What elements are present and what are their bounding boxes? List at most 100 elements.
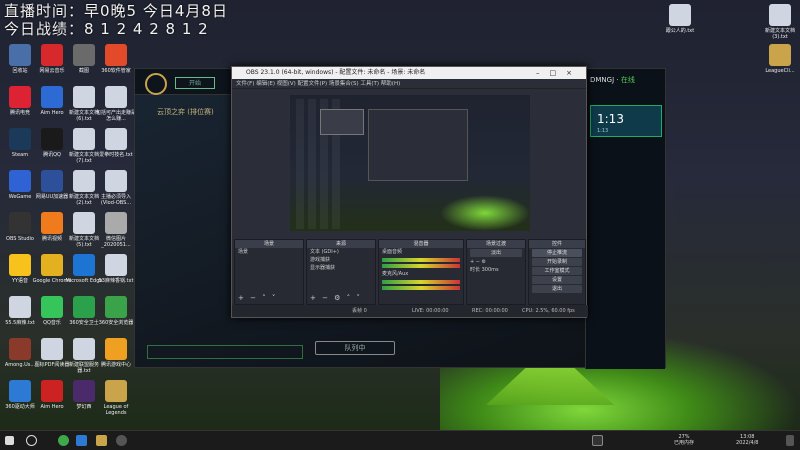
preview-nested-obs-small <box>320 109 364 135</box>
league-logo-icon[interactable] <box>145 73 167 95</box>
desktop-icon[interactable]: 主播必须导入(Vlod-OBS... <box>96 170 136 206</box>
desktop-icon[interactable]: 360软件管家 <box>96 44 136 74</box>
play-button[interactable]: 开始 <box>175 77 215 89</box>
maximize-icon[interactable]: □ <box>550 69 567 77</box>
queue-timer-box: 1:13 1:13 <box>590 105 662 137</box>
desktop-icon[interactable]: 包括可产出走赚是怎么赚... <box>96 86 136 122</box>
desktop-icon[interactable]: 360安全浏览器 <box>96 296 136 326</box>
mic-audio-slider[interactable] <box>382 286 460 290</box>
desktop-icon[interactable]: 爱拳时技名.txt <box>96 128 136 158</box>
close-icon[interactable]: × <box>566 69 582 77</box>
username[interactable]: DMNGJ · 在线 <box>590 75 664 85</box>
app-icon <box>41 380 63 402</box>
status-drop: 丢帧 0 <box>352 308 367 314</box>
desktop-icon[interactable]: LeagueCli... <box>760 44 800 74</box>
transition-duration[interactable]: 时长 300ms <box>467 266 525 274</box>
app-icon <box>73 296 95 318</box>
scenes-panel: 场景 场景 + − ˄ ˅ <box>234 239 304 305</box>
app-icon <box>669 4 691 26</box>
source-item[interactable]: 文本 (GDI+) <box>307 248 375 256</box>
scenes-toolbar[interactable]: + − ˄ ˅ <box>238 294 277 302</box>
notification-icon[interactable] <box>786 435 794 446</box>
app-icon <box>9 86 31 108</box>
desktop-icon-label: 360软件管家 <box>101 68 131 74</box>
sources-panel: 来源 文本 (GDI+) 游戏捕获 显示器捕获 + − ⚙ ˄ ˅ <box>306 239 376 305</box>
app-icon <box>73 380 95 402</box>
clock[interactable]: 13:08 2022/4/8 <box>736 434 758 446</box>
scene-item[interactable]: 场景 <box>235 248 303 256</box>
league-taskbar-icon[interactable] <box>96 435 107 446</box>
app-icon <box>105 380 127 402</box>
app-icon <box>9 254 31 276</box>
status-cpu: CPU: 2.5%, 60.00 fps <box>522 308 575 314</box>
app-icon <box>9 296 31 318</box>
app-icon <box>73 170 95 192</box>
obs-menu-bar[interactable]: 文件(F) 编辑(E) 视图(V) 配置文件(P) 场景集合(S) 工具(T) … <box>232 79 586 89</box>
app-icon <box>41 254 63 276</box>
taskbar: 27% 已用内存 13:08 2022/4/8 <box>0 430 800 450</box>
obs-taskbar-icon[interactable] <box>116 435 127 446</box>
search-icon[interactable] <box>26 435 37 446</box>
app-icon <box>105 86 127 108</box>
m-app-taskbar-icon[interactable] <box>592 435 603 446</box>
app-icon <box>73 128 95 150</box>
desktop-audio-slider[interactable] <box>382 264 460 268</box>
app-icon <box>41 44 63 66</box>
desktop-icon-label: 新建文本文档(3).txt <box>764 28 795 40</box>
desktop-icon[interactable]: 微信图片_2020051... <box>96 212 136 248</box>
stop-streaming-button[interactable]: 停止推流 <box>532 249 582 257</box>
desktop-icon[interactable]: 53麻辣香锅.txt <box>96 254 136 284</box>
edge-taskbar-icon[interactable] <box>76 435 87 446</box>
app-icon <box>73 44 95 66</box>
app-icon <box>41 296 63 318</box>
app-icon <box>769 4 791 26</box>
settings-button[interactable]: 设置 <box>532 276 582 284</box>
transition-select[interactable]: 淡出 <box>470 249 522 257</box>
desktop-icon[interactable]: League of Legends <box>96 380 136 416</box>
exit-button[interactable]: 退出 <box>532 285 582 293</box>
desktop-icon-label: 主播必须导入(Vlod-OBS... <box>100 194 132 206</box>
app-icon <box>105 296 127 318</box>
app-icon <box>9 170 31 192</box>
obs-preview[interactable] <box>290 95 530 231</box>
windows-start-icon[interactable] <box>5 436 14 445</box>
status-rec: REC: 00:00:00 <box>472 308 508 314</box>
desktop-audio-meter[interactable] <box>382 258 460 262</box>
window-controls[interactable]: –□× <box>536 67 582 79</box>
app-icon <box>9 128 31 150</box>
queue-button[interactable]: 队列中 <box>315 341 395 355</box>
desktop-icon[interactable]: 新建文本文档(3).txt <box>760 4 800 40</box>
desktop-icon-label: 360安全浏览器 <box>98 320 134 326</box>
desktop-icon-label: 微信图片_2020051... <box>101 236 131 248</box>
status-live: LIVE: 00:00:00 <box>412 308 449 314</box>
transition-controls[interactable]: + − ⚙ <box>467 258 525 266</box>
app-icon <box>41 338 63 360</box>
app-icon <box>105 128 127 150</box>
studio-mode-button[interactable]: 工作室模式 <box>532 267 582 275</box>
mixer-track-label: 桌面音频 <box>382 249 403 255</box>
desktop-icon[interactable]: 腾讯游戏中心 <box>96 338 136 368</box>
obs-title-bar[interactable]: OBS 23.1.0 (64-bit, windows) - 配置文件: 未命名… <box>232 67 586 79</box>
app-icon <box>41 86 63 108</box>
minimize-icon[interactable]: – <box>536 69 550 77</box>
desktop-icon-label: 爱拳时技名.txt <box>99 152 133 158</box>
obs-window[interactable]: OBS 23.1.0 (64-bit, windows) - 配置文件: 未命名… <box>231 66 588 318</box>
source-item[interactable]: 游戏捕获 <box>307 256 375 264</box>
app-icon <box>41 170 63 192</box>
sources-toolbar[interactable]: + − ⚙ ˄ ˅ <box>310 294 362 302</box>
chat-input[interactable] <box>147 345 303 359</box>
queue-timer: 1:13 <box>597 112 624 126</box>
mixer-track-label: 麦克风/Aux <box>382 271 409 277</box>
controls-panel: 控件 停止推流 开始录制 工作室模式 设置 退出 <box>528 239 586 305</box>
app-icon <box>73 212 95 234</box>
memory-indicator[interactable]: 27% 已用内存 <box>674 434 694 446</box>
app-icon <box>105 170 127 192</box>
chrome-taskbar-icon[interactable] <box>58 435 69 446</box>
sources-title: 来源 <box>307 240 375 248</box>
start-recording-button[interactable]: 开始录制 <box>532 258 582 266</box>
desktop-icon[interactable]: 跟公人的.txt <box>660 4 700 34</box>
source-item[interactable]: 显示器捕获 <box>307 264 375 272</box>
desktop-icon-label: LeagueCli... <box>765 68 795 74</box>
mic-audio-meter[interactable] <box>382 280 460 284</box>
app-icon <box>105 338 127 360</box>
